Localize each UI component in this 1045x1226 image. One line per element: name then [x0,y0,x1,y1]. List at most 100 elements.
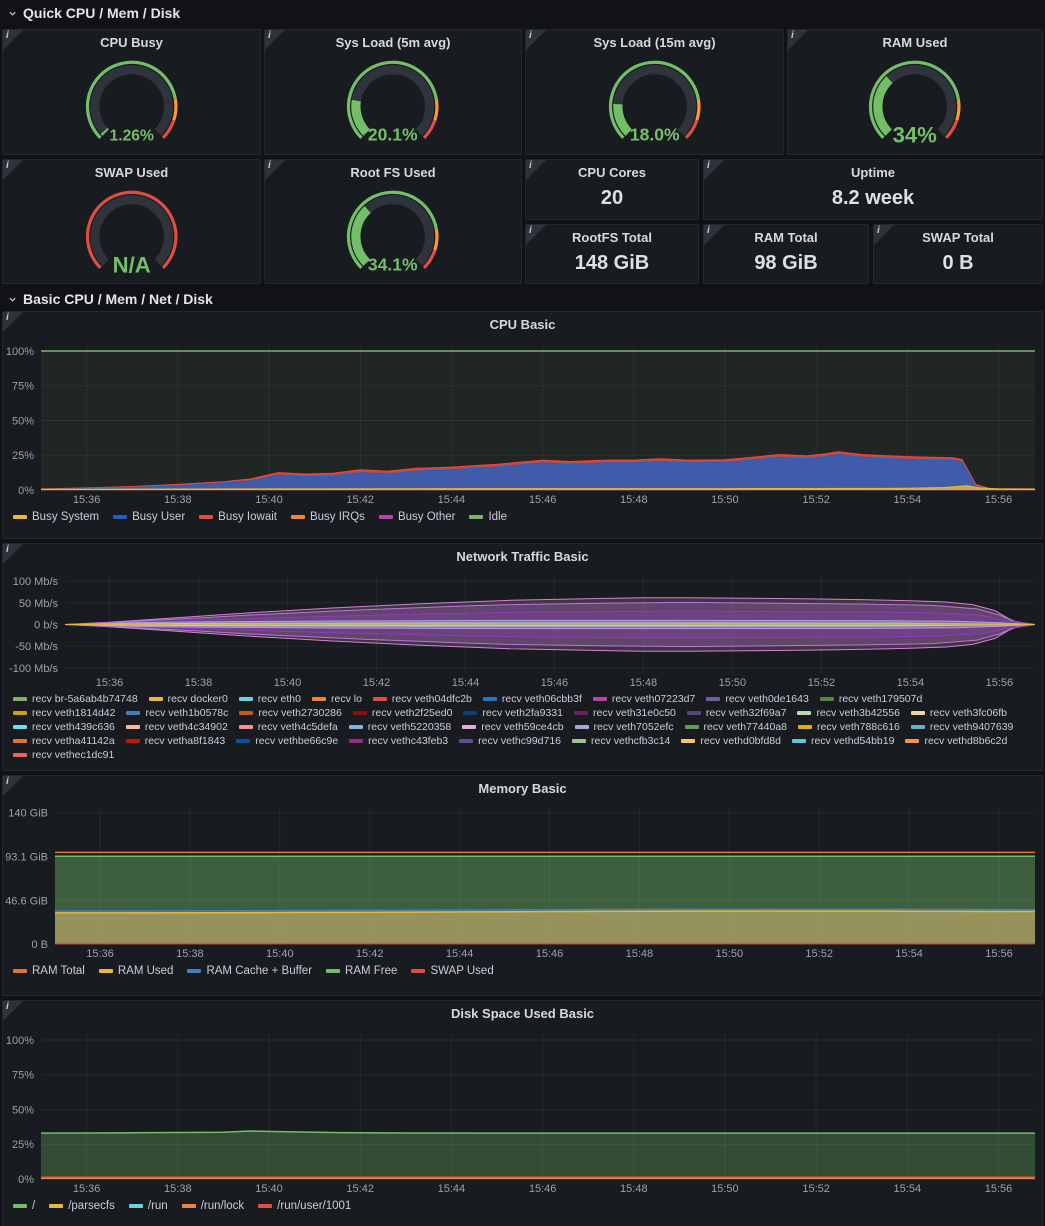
legend-item[interactable]: RAM Cache + Buffer [187,965,312,977]
swap-used-gauge[interactable]: N/A [3,184,260,278]
x-tick-label: 15:40 [266,948,294,960]
memory-basic-plot[interactable]: 15:3615:3815:4015:4215:4415:4615:4815:50… [3,800,1042,962]
legend-item[interactable]: SWAP Used [411,965,493,977]
sys-load-5m-gauge[interactable]: 20.1% [265,54,521,148]
panel-title[interactable]: SWAP Total [922,225,994,249]
legend-item[interactable]: recv eth0 [239,693,301,705]
legend-item[interactable]: recv vethc43feb3 [349,735,448,747]
legend-item[interactable]: recv veth788c616 [798,721,900,733]
legend-item[interactable]: RAM Used [99,965,174,977]
legend-item[interactable]: recv veth3fc06fb [911,707,1007,719]
legend-item[interactable]: recv veth4c34902 [126,721,228,733]
ram-used-gauge[interactable]: 34% [788,54,1042,148]
network-traffic-plot[interactable]: 15:3615:3815:4015:4215:4415:4615:4815:50… [3,568,1042,691]
legend-item[interactable]: recv veth7052efc [575,721,674,733]
info-icon[interactable]: i [526,225,546,245]
legend-item[interactable]: recv veth04dfc2b [373,693,472,705]
info-icon[interactable]: i [3,1001,23,1021]
legend-item[interactable]: recv vethd8b6c2d [905,735,1007,747]
legend-item[interactable]: Busy User [113,511,185,523]
legend-item[interactable]: recv veth06cbb3f [483,693,582,705]
disk-space-plot[interactable]: 15:3615:3815:4015:4215:4415:4615:4815:50… [3,1025,1042,1197]
row-header-basic[interactable]: Basic CPU / Mem / Net / Disk [0,286,213,312]
x-tick-label: 15:42 [356,948,384,960]
legend-item[interactable]: recv veth2730286 [239,707,341,719]
legend-item[interactable]: recv vetha41142a [13,735,115,747]
legend-item[interactable]: recv vethd0bfd8d [681,735,781,747]
legend-item[interactable]: / [13,1200,35,1212]
panel-title[interactable]: Sys Load (15m avg) [526,30,783,54]
legend-item[interactable]: Idle [469,511,507,523]
info-icon[interactable]: i [3,312,23,332]
legend-item[interactable]: /run [129,1200,168,1212]
legend-item[interactable]: recv vethc99d716 [459,735,561,747]
legend-item[interactable]: recv vethbe66c9e [236,735,338,747]
panel-title[interactable]: Disk Space Used Basic [3,1001,1042,1025]
legend-item[interactable]: recv vethec1dc91 [13,749,114,761]
legend-item[interactable]: recv veth179507d [820,693,922,705]
panel-title[interactable]: SWAP Used [3,160,260,184]
legend-item[interactable]: recv vethcfb3c14 [572,735,670,747]
legend-item[interactable]: recv vetha8f1843 [126,735,226,747]
panel-title[interactable]: RAM Used [788,30,1042,54]
info-icon[interactable]: i [526,160,546,180]
legend-item[interactable]: /parsecfs [49,1200,115,1212]
panel-title[interactable]: Root FS Used [265,160,521,184]
legend-item[interactable]: Busy IRQs [291,511,365,523]
cpu-busy-gauge[interactable]: 1.26% [3,54,260,148]
x-tick-label: 15:38 [185,677,213,689]
panel-title[interactable]: Network Traffic Basic [3,544,1042,568]
legend-item[interactable]: recv veth59ce4cb [462,721,563,733]
legend-item[interactable]: RAM Free [326,965,397,977]
legend-item[interactable]: recv vethd54bb19 [792,735,894,747]
legend-item[interactable]: recv veth9407639 [911,721,1013,733]
info-icon[interactable]: i [704,160,724,180]
legend-item[interactable]: recv veth0de1643 [706,693,808,705]
panel-title[interactable]: RAM Total [754,225,817,249]
panel-title[interactable]: CPU Basic [3,312,1042,336]
panel-title[interactable]: Uptime [851,160,895,184]
panel-title[interactable]: Sys Load (5m avg) [265,30,521,54]
legend-item[interactable]: recv veth2fa9331 [463,707,563,719]
info-icon[interactable]: i [788,30,808,50]
legend-item[interactable]: /run/user/1001 [258,1200,351,1212]
legend-item[interactable]: recv lo [312,693,362,705]
legend-item[interactable]: recv veth07223d7 [593,693,695,705]
cpu-basic-plot[interactable]: 15:3615:3815:4015:4215:4415:4615:4815:50… [3,336,1042,508]
info-icon[interactable]: i [3,544,23,564]
info-icon[interactable]: i [3,160,23,180]
panel-title[interactable]: Memory Basic [3,776,1042,800]
legend-item[interactable]: recv veth4c5defa [239,721,338,733]
panel-title[interactable]: CPU Cores [578,160,646,184]
legend-item[interactable]: /run/lock [182,1200,244,1212]
info-icon[interactable]: i [704,225,724,245]
legend-item[interactable]: Busy System [13,511,99,523]
legend-item[interactable]: recv veth1b0578c [126,707,228,719]
legend-item[interactable]: recv veth31e0c50 [574,707,676,719]
info-icon[interactable]: i [3,30,23,50]
info-icon[interactable]: i [265,30,285,50]
info-icon[interactable]: i [3,776,23,796]
info-icon[interactable]: i [526,30,546,50]
panel-title[interactable]: RootFS Total [572,225,652,249]
root-fs-used-gauge[interactable]: 34.1% [265,184,521,278]
legend-item[interactable]: recv br-5a6ab4b74748 [13,693,138,705]
legend-item[interactable]: Busy Other [379,511,456,523]
legend-item[interactable]: recv veth1814d42 [13,707,115,719]
legend-swatch-icon [49,1204,63,1208]
info-icon[interactable]: i [874,225,894,245]
info-icon[interactable]: i [265,160,285,180]
legend-item[interactable]: recv veth3b42556 [797,707,899,719]
legend-item[interactable]: recv veth439c636 [13,721,115,733]
legend-item[interactable]: RAM Total [13,965,85,977]
legend-item[interactable]: recv veth77440a8 [685,721,787,733]
legend-item[interactable]: recv veth32f69a7 [687,707,787,719]
row-header-quick[interactable]: Quick CPU / Mem / Disk [0,0,180,26]
legend-item[interactable]: recv veth2f25ed0 [353,707,453,719]
panel-title[interactable]: CPU Busy [3,30,260,54]
sys-load-15m-gauge[interactable]: 18.0% [526,54,783,148]
legend-item[interactable]: recv docker0 [149,693,228,705]
legend-item[interactable]: Busy Iowait [199,511,277,523]
panel-swap-used: i SWAP Used N/A [2,159,261,284]
legend-item[interactable]: recv veth5220358 [349,721,451,733]
